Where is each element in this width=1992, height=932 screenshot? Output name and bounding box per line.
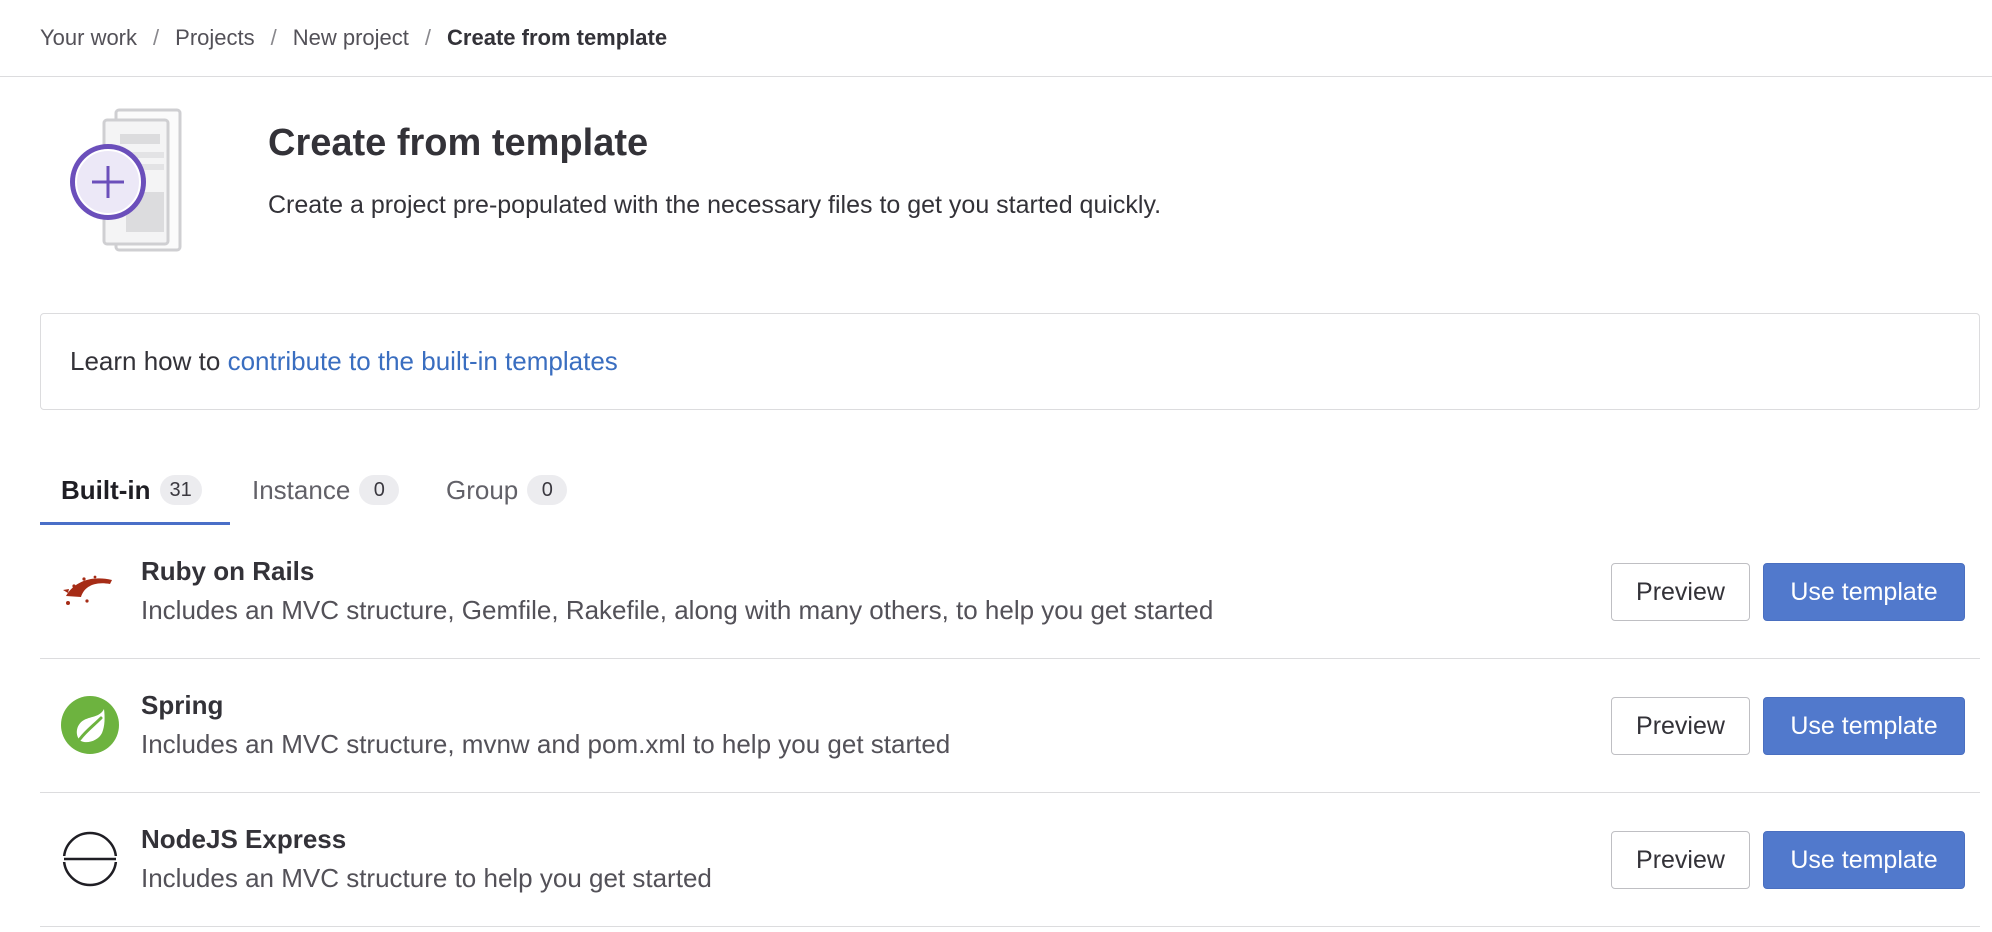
plus-circle-document-icon [64, 106, 224, 256]
tab-label: Built-in [61, 474, 151, 505]
breadcrumb-current: Create from template [447, 25, 668, 50]
template-description: Includes an MVC structure, mvnw and pom.… [141, 729, 951, 759]
template-row: Ruby on Rails Includes an MVC structure,… [40, 525, 1980, 659]
breadcrumb-new-project[interactable]: New project [293, 25, 409, 51]
tab-label: Instance [252, 474, 351, 505]
preview-button[interactable]: Preview [1611, 831, 1750, 889]
template-description: Includes an MVC structure to help you ge… [141, 863, 712, 893]
tab-label: Group [446, 474, 519, 505]
contribute-info-text: Learn how to [70, 346, 228, 376]
preview-button[interactable]: Preview [1611, 563, 1750, 621]
express-icon [60, 829, 120, 889]
page-title: Create from template [268, 122, 649, 164]
rails-icon [60, 561, 120, 621]
tab-count-badge: 0 [527, 475, 568, 505]
template-row: NodeJS Express Includes an MVC structure… [40, 793, 1980, 927]
use-template-button[interactable]: Use template [1763, 831, 1965, 889]
tab-built-in[interactable]: Built-in 31 [40, 455, 230, 525]
preview-button[interactable]: Preview [1611, 697, 1750, 755]
template-tabs: Built-in 31 Instance 0 Group 0 [40, 455, 1980, 525]
tab-instance[interactable]: Instance 0 [252, 455, 400, 525]
tab-group[interactable]: Group 0 [446, 455, 568, 525]
tab-count-badge: 0 [359, 475, 400, 505]
use-template-button[interactable]: Use template [1763, 697, 1965, 755]
template-list: Ruby on Rails Includes an MVC structure,… [40, 525, 1980, 927]
breadcrumb-separator: / [153, 25, 160, 50]
template-name: Ruby on Rails [141, 556, 315, 586]
breadcrumb-projects[interactable]: Projects [175, 25, 254, 51]
template-row: Spring Includes an MVC structure, mvnw a… [40, 659, 1980, 793]
template-name: NodeJS Express [141, 824, 347, 854]
template-name: Spring [141, 690, 224, 720]
breadcrumb-separator: / [270, 25, 277, 50]
use-template-button[interactable]: Use template [1763, 563, 1965, 621]
contribute-info-card: Learn how to contribute to the built-in … [40, 313, 1980, 410]
contribute-templates-link[interactable]: contribute to the built-in templates [228, 346, 618, 377]
tab-count-badge: 31 [159, 475, 202, 505]
page-subtitle: Create a project pre-populated with the … [268, 191, 1162, 219]
breadcrumb: Your work / Projects / New project / Cre… [0, 0, 1992, 77]
breadcrumb-your-work[interactable]: Your work [40, 25, 137, 51]
breadcrumb-separator: / [424, 25, 432, 50]
spring-icon [60, 695, 120, 755]
template-description: Includes an MVC structure, Gemfile, Rake… [141, 595, 1214, 625]
